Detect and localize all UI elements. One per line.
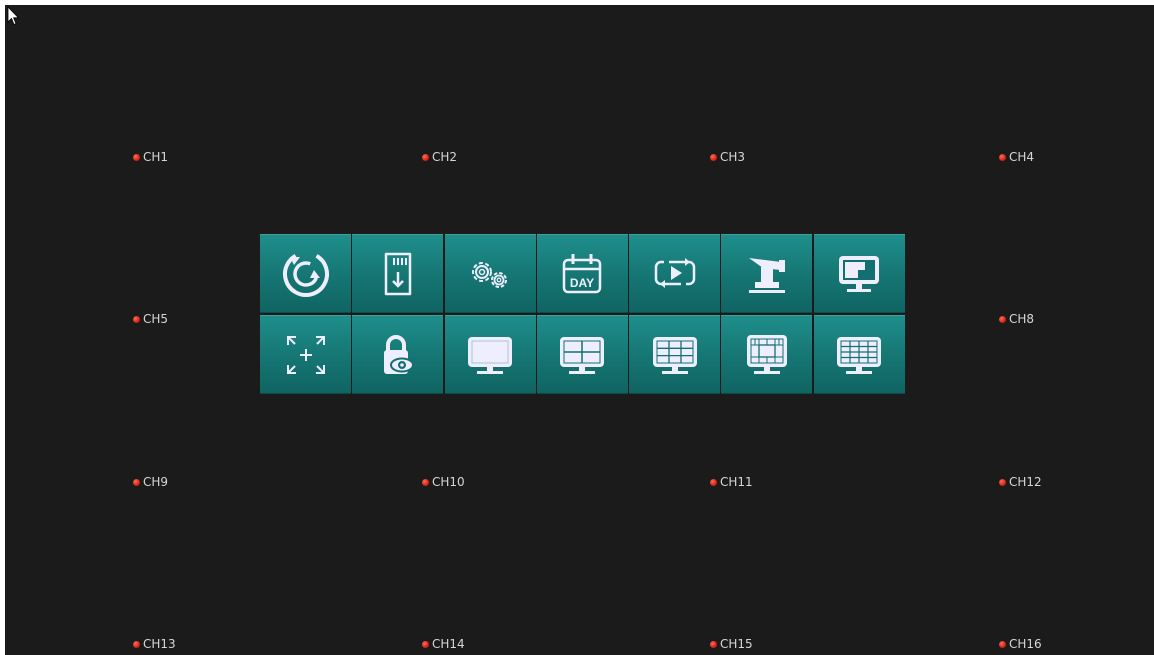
day-calendar-icon: DAY: [563, 253, 602, 293]
pip-view-button[interactable]: [813, 234, 905, 313]
backup-button[interactable]: [352, 234, 444, 313]
settings-button[interactable]: [444, 234, 536, 313]
lock-button[interactable]: [352, 315, 444, 394]
ptz-camera-icon: [748, 257, 785, 293]
status-dot-icon: [999, 153, 1006, 161]
status-dot-icon: [422, 640, 429, 648]
channel-10[interactable]: CH10: [422, 475, 465, 489]
power-cycle-button[interactable]: [260, 234, 351, 313]
single-screen-icon: [468, 336, 513, 374]
channel-label: CH11: [720, 475, 753, 489]
sd-card-backup-icon: [384, 252, 412, 295]
zoom-expand-icon: [286, 335, 325, 374]
quad-screen-icon: [560, 336, 605, 374]
pip-display-icon: [839, 255, 880, 292]
channel-4[interactable]: CH4: [999, 150, 1034, 164]
status-dot-icon: [710, 153, 717, 161]
quick-menu: DAY: [260, 234, 905, 394]
channel-12[interactable]: CH12: [999, 475, 1042, 489]
power-cycle-icon: [282, 250, 329, 297]
schedule-button[interactable]: DAY: [536, 234, 628, 313]
lock-view-icon: [383, 334, 414, 374]
channel-label: CH15: [720, 637, 753, 651]
single-view-button[interactable]: [444, 315, 536, 394]
channel-3[interactable]: CH3: [710, 150, 745, 164]
playback-button[interactable]: [629, 234, 721, 313]
channel-2[interactable]: CH2: [422, 150, 457, 164]
channel-1[interactable]: CH1: [133, 150, 168, 164]
sixteen-view-button[interactable]: [813, 315, 905, 394]
channel-13[interactable]: CH13: [133, 637, 176, 651]
dvr-live-view: CH1 CH2 CH3 CH4 CH5 CH8 CH9 CH10 CH11 CH…: [5, 5, 1154, 655]
nine-view-button[interactable]: [629, 315, 721, 394]
channel-9[interactable]: CH9: [133, 475, 168, 489]
channel-label: CH2: [432, 150, 458, 164]
status-dot-icon: [133, 153, 140, 161]
status-dot-icon: [422, 478, 429, 486]
channel-15[interactable]: CH15: [710, 637, 753, 651]
status-dot-icon: [710, 478, 717, 486]
playback-loop-icon: [654, 257, 695, 288]
channel-label: CH10: [432, 475, 465, 489]
channel-label: CH12: [1009, 475, 1042, 489]
channel-label: CH5: [143, 312, 169, 326]
channel-label: CH9: [143, 475, 169, 489]
custom-split-screen-icon: [746, 334, 787, 374]
channel-label: CH3: [720, 150, 746, 164]
status-dot-icon: [710, 640, 717, 648]
channel-11[interactable]: CH11: [710, 475, 753, 489]
channel-label: CH13: [143, 637, 176, 651]
ptz-control-button[interactable]: [721, 234, 813, 313]
channel-16[interactable]: CH16: [999, 637, 1042, 651]
status-dot-icon: [999, 315, 1006, 323]
calendar-day-text: DAY: [570, 276, 594, 290]
custom-view-button[interactable]: [721, 315, 813, 394]
sixteen-screen-icon: [837, 336, 882, 374]
settings-gears-icon: [472, 261, 508, 288]
channel-label: CH14: [432, 637, 465, 651]
status-dot-icon: [999, 478, 1006, 486]
status-dot-icon: [422, 153, 429, 161]
mouse-cursor-icon: [7, 6, 20, 26]
channel-label: CH8: [1009, 312, 1035, 326]
status-dot-icon: [133, 315, 140, 323]
status-dot-icon: [133, 478, 140, 486]
channel-5[interactable]: CH5: [133, 312, 168, 326]
status-dot-icon: [133, 640, 140, 648]
channel-14[interactable]: CH14: [422, 637, 465, 651]
zoom-button[interactable]: [260, 315, 351, 394]
quad-view-button[interactable]: [536, 315, 628, 394]
nine-screen-icon: [652, 336, 697, 374]
status-dot-icon: [999, 640, 1006, 648]
channel-label: CH4: [1009, 150, 1035, 164]
channel-label: CH1: [143, 150, 169, 164]
channel-8[interactable]: CH8: [999, 312, 1034, 326]
channel-label: CH16: [1009, 637, 1042, 651]
